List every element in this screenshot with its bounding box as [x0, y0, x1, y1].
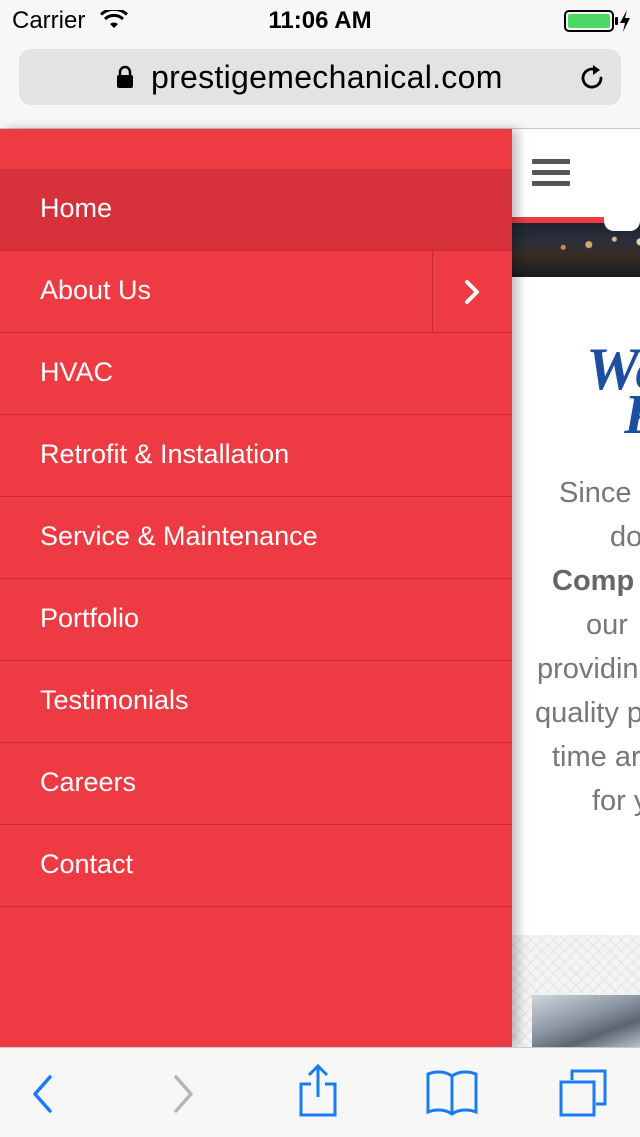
menu-item-label: Service & Maintenance	[40, 521, 318, 551]
menu-item-home[interactable]: Home	[0, 169, 512, 251]
tabs-button[interactable]	[546, 1048, 626, 1137]
wifi-icon	[100, 10, 128, 28]
menu-item-label: Testimonials	[40, 685, 189, 715]
bookmarks-icon	[426, 1070, 478, 1116]
menu-item-testimonials[interactable]: Testimonials	[0, 661, 512, 743]
intro-line-bold: Comp	[552, 565, 635, 597]
menu-item-careers[interactable]: Careers	[0, 743, 512, 825]
forward-button[interactable]	[142, 1048, 222, 1137]
menu-item-label: HVAC	[40, 357, 114, 387]
hero-city-lights	[512, 223, 640, 277]
menu-item-service-maintenance[interactable]: Service & Maintenance	[0, 497, 512, 579]
menu-item-retrofit-installation[interactable]: Retrofit & Installation	[0, 415, 512, 497]
forward-icon	[174, 1075, 193, 1113]
intro-line: do	[610, 521, 640, 553]
project-thumbnail-image[interactable]	[532, 995, 640, 1047]
menu-item-label: About Us	[40, 275, 152, 305]
intro-line: for y	[592, 785, 640, 817]
tabs-icon	[559, 1069, 607, 1117]
welcome-heading-line2: P	[624, 383, 640, 447]
menu-item-portfolio[interactable]: Portfolio	[0, 579, 512, 661]
carrier-label: Carrier	[12, 7, 86, 34]
intro-line: our	[586, 609, 628, 641]
intro-line: Since	[559, 477, 632, 509]
status-time: 11:06 AM	[268, 7, 372, 34]
intro-line: providin	[537, 653, 639, 685]
menu-item-hvac[interactable]: HVAC	[0, 333, 512, 415]
browser-address-bar: prestigemechanical.com	[0, 40, 640, 129]
url-text: prestigemechanical.com	[151, 59, 503, 95]
charging-icon	[620, 10, 630, 32]
menu-item-contact[interactable]: Contact	[0, 825, 512, 907]
intro-line: quality p	[535, 697, 640, 729]
submenu-toggle-button[interactable]	[432, 251, 513, 332]
share-button[interactable]	[278, 1048, 358, 1137]
intro-line: time ar	[552, 741, 640, 773]
menu-item-label: Home	[40, 193, 113, 223]
reload-icon[interactable]	[577, 63, 607, 93]
status-bar: Carrier 11:06 AM	[0, 0, 640, 40]
share-icon	[299, 1064, 337, 1117]
menu-item-label: Careers	[40, 767, 137, 797]
back-button[interactable]	[2, 1048, 82, 1137]
url-field[interactable]: prestigemechanical.com	[19, 49, 621, 105]
menu-item-label: Contact	[40, 849, 134, 879]
chevron-right-icon	[465, 280, 479, 304]
menu-item-about-us[interactable]: About Us	[0, 251, 512, 333]
side-navigation-menu: Home About Us HVAC Retrofit & Installati…	[0, 129, 512, 1047]
hamburger-menu-icon[interactable]	[532, 159, 570, 189]
battery-icon	[564, 10, 618, 32]
browser-toolbar	[0, 1047, 640, 1137]
lock-icon	[117, 65, 133, 88]
menu-item-label: Retrofit & Installation	[40, 439, 290, 469]
page-content: We P Since do Comp our providin quality …	[512, 129, 640, 1047]
bookmarks-button[interactable]	[412, 1048, 492, 1137]
site-header	[512, 129, 640, 217]
back-icon	[33, 1075, 52, 1113]
logo-fragment	[604, 217, 640, 231]
menu-item-label: Portfolio	[40, 603, 140, 633]
